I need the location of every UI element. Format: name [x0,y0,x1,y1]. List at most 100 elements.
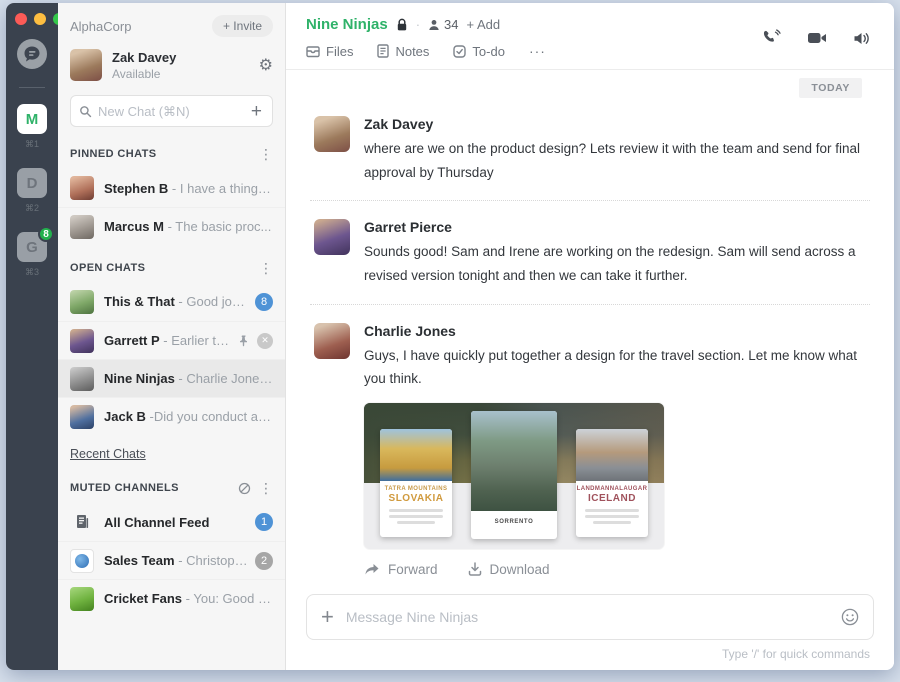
card-kicker: LANDMANNALAUGAR [576,486,648,492]
search-input[interactable] [98,104,249,119]
forward-button[interactable]: Forward [364,562,438,577]
chat-row-stephen-b[interactable]: Stephen B - I have a thing for [58,169,285,207]
recent-chats-link[interactable]: Recent Chats [58,435,158,465]
message-author: Charlie Jones [364,323,866,339]
image-attachment[interactable]: TATRA MOUNTAINS SLOVAKIA SORRENTO LANDMA… [364,403,664,549]
gear-icon[interactable]: ⚙ [259,55,273,75]
mute-icon[interactable] [238,482,251,495]
travel-card-slovakia: TATRA MOUNTAINS SLOVAKIA [380,429,452,537]
open-chats-title: OPEN CHATS [70,262,145,274]
chat-list: PINNED CHATS ⋮ Stephen B - I have a thin… [58,131,285,670]
chat-row-cricket-fans[interactable]: Cricket Fans - You: Good game [58,579,285,617]
workspace-g: G 8 ⌘3 [17,232,47,286]
message: Charlie Jones Guys, I have quickly put t… [310,305,870,585]
call-icon[interactable] [762,29,781,47]
card-title: ICELAND [576,493,648,504]
close-chat-icon[interactable]: ✕ [257,333,273,349]
chat-preview: - The basic proc... [168,219,272,234]
new-chat-search[interactable]: + [70,95,273,127]
notes-icon [377,44,389,58]
minimize-window-button[interactable] [34,13,46,25]
chat-row-marcus-m[interactable]: Marcus M - The basic proc... [58,207,285,245]
chat-name: Garrett P [104,333,160,348]
chat-preview: - I have a thing for [172,181,273,196]
avatar[interactable] [70,49,102,81]
chat-preview: - You: Good game [186,591,273,606]
message-text: Sounds good! Sam and Irene are working o… [364,240,866,287]
search-icon [79,105,92,118]
card-photo [471,411,557,511]
card-body-lines [389,509,443,524]
kebab-menu-icon[interactable]: ⋮ [259,481,273,495]
workspace-shortcut: ⌘1 [25,139,39,150]
workspace-m: M ⌘1 [17,104,47,158]
invite-button[interactable]: + Invite [212,15,273,37]
chat-name: Marcus M [104,219,164,234]
message-input[interactable] [346,609,829,625]
avatar[interactable] [314,116,350,152]
emoji-icon[interactable] [841,608,859,626]
person-icon [428,19,440,31]
unread-badge: 8 [38,226,54,242]
tab-files[interactable]: Files [306,44,353,59]
chat-preview: - Christopher J: d. [178,553,249,568]
speaker-icon[interactable] [853,31,870,46]
channel-title: Nine Ninjas [306,16,388,33]
kebab-menu-icon[interactable]: ⋮ [259,261,273,275]
unread-badge: 2 [255,552,273,570]
muted-channels-title: MUTED CHANNELS [70,482,179,494]
more-tabs-icon[interactable]: ··· [529,43,546,59]
todo-icon [453,45,466,58]
lock-icon [396,18,408,32]
chat-preview: - Charlie Jones: G... [178,371,273,386]
new-chat-plus-button[interactable]: + [249,102,264,121]
chat-row-sales-team[interactable]: Sales Team - Christopher J: d. 2 [58,541,285,579]
avatar[interactable] [314,219,350,255]
tab-notes[interactable]: Notes [377,44,429,59]
avatar [70,549,94,573]
workspace-tile-g[interactable]: G 8 [17,232,47,262]
avatar [70,215,94,239]
member-count-value: 34 [444,17,458,32]
message-text: where are we on the product design? Lets… [364,137,866,184]
chat-row-garrett-p[interactable]: Garrett P - Earlier this... ✕ [58,321,285,359]
chat-name: Stephen B [104,181,168,196]
close-window-button[interactable] [15,13,27,25]
unread-badge: 8 [255,293,273,311]
member-count[interactable]: 34 [428,17,458,32]
workspace-tile-d[interactable]: D [17,168,47,198]
avatar [70,405,94,429]
avatar[interactable] [314,323,350,359]
chat-row-all-channel-feed[interactable]: All Channel Feed 1 [58,503,285,541]
video-call-icon[interactable] [807,31,827,45]
attach-plus-icon[interactable]: + [321,606,334,628]
chat-row-jack-b[interactable]: Jack B -Did you conduct any sur [58,397,285,435]
workspace-shortcut: ⌘2 [25,203,39,214]
traffic-lights [6,13,65,25]
travel-card-sorrento: SORRENTO [471,411,557,539]
message-composer[interactable]: + [306,594,874,640]
download-label: Download [490,562,550,577]
tab-todo[interactable]: To-do [453,44,505,59]
user-status: Available [112,67,259,81]
rail-divider [19,87,45,88]
sidebar: AlphaCorp + Invite Zak Davey Available ⚙… [58,3,286,670]
kebab-menu-icon[interactable]: ⋮ [259,147,273,161]
workspace-letter: M [26,111,39,128]
pin-icon[interactable] [237,334,250,347]
feed-icon [70,510,94,534]
download-button[interactable]: Download [468,562,550,577]
chat-row-nine-ninjas[interactable]: Nine Ninjas - Charlie Jones: G... [58,359,285,397]
today-divider: TODAY [799,78,862,98]
add-member-button[interactable]: + Add [467,17,501,32]
workspace-rail: M ⌘1 D ⌘2 G 8 ⌘3 [6,3,58,670]
chat-row-this-and-that[interactable]: This & That - Good job👏... 8 [58,283,285,321]
message: Garret Pierce Sounds good! Sam and Irene… [310,201,870,304]
composer-area: + Type '/' for quick commands [286,584,894,670]
travel-card-iceland: LANDMANNALAUGAR ICELAND [576,429,648,537]
workspace-tile-m[interactable]: M [17,104,47,134]
avatar [70,587,94,611]
card-photo [380,429,452,481]
message-list[interactable]: TODAY Zak Davey where are we on the prod… [286,70,894,584]
app-window: M ⌘1 D ⌘2 G 8 ⌘3 AlphaCorp + Invite Zak … [6,3,894,670]
